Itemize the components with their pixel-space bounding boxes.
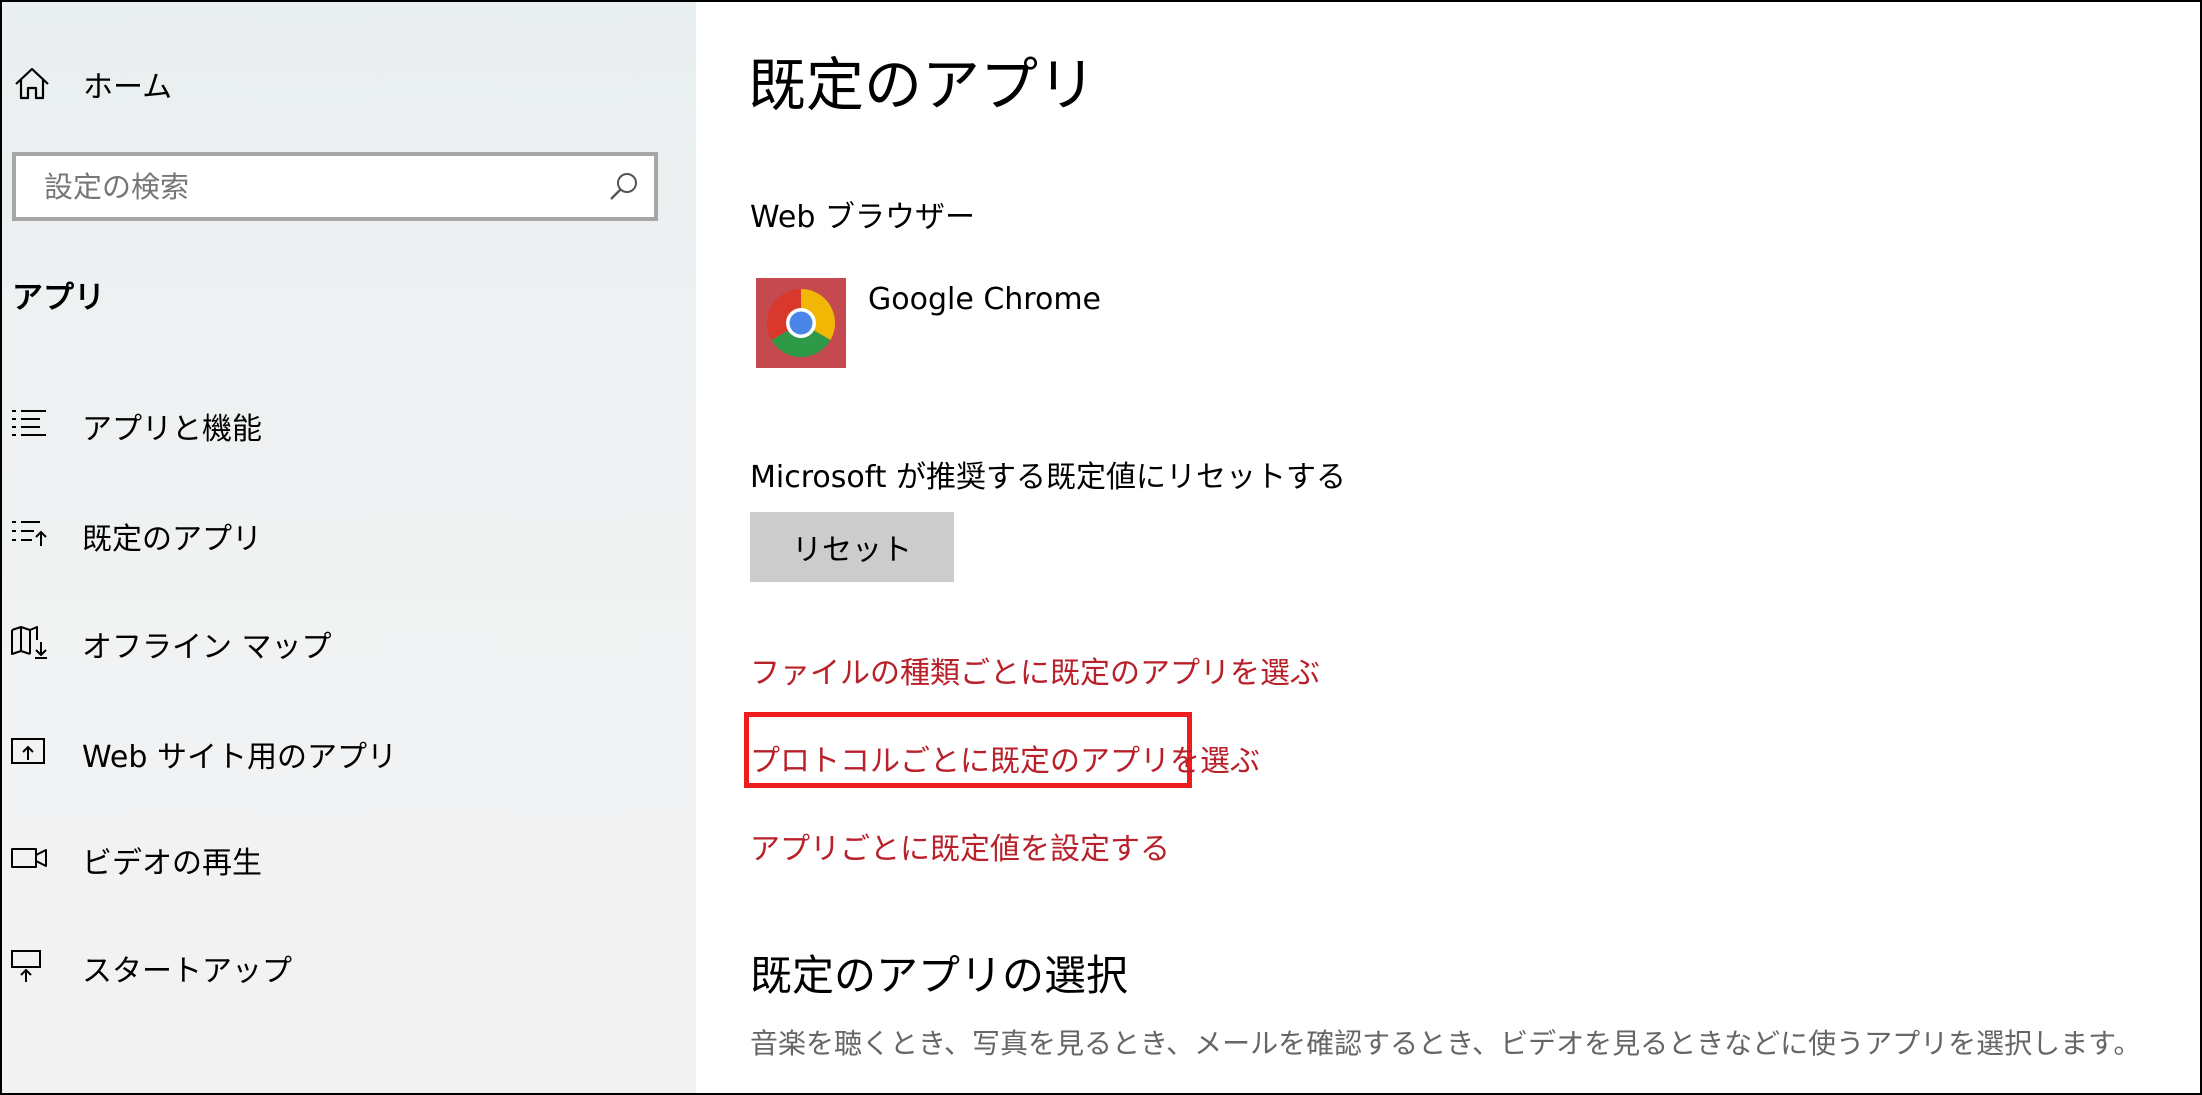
page-title: 既定のアプリ: [748, 51, 1097, 119]
sidebar-item-apps-for-websites[interactable]: Web サイト用のアプリ: [10, 722, 690, 782]
main-content: 既定のアプリ Web ブラウザー Google Chrome Microsoft…: [696, 2, 2200, 1093]
sidebar-item-label: ビデオの再生: [82, 846, 262, 881]
default-browser-name[interactable]: Google Chrome: [868, 282, 1101, 317]
sidebar-item-label: アプリと機能: [82, 412, 262, 447]
map-download-icon: [11, 626, 47, 659]
video-icon: [11, 848, 47, 868]
sidebar-item-label: スタートアップ: [82, 954, 292, 989]
choose-default-apps-description: 音楽を聴くとき、写真を見るとき、メールを確認するとき、ビデオを見るときなどに使う…: [750, 1027, 2142, 1060]
sidebar-item-apps-features[interactable]: アプリと機能: [10, 394, 690, 454]
home-label: ホーム: [83, 70, 173, 105]
default-apps-icon: [12, 521, 47, 546]
chrome-icon: [767, 289, 835, 357]
sidebar-item-label: Web サイト用のアプリ: [82, 740, 397, 775]
sidebar-item-default-apps[interactable]: 既定のアプリ: [10, 504, 690, 564]
search-input[interactable]: [42, 164, 606, 210]
sidebar-item-video-playback[interactable]: ビデオの再生: [10, 828, 690, 888]
sidebar-item-label: オフライン マップ: [82, 630, 332, 665]
choose-default-apps-title: 既定のアプリの選択: [750, 951, 1129, 1000]
search-icon[interactable]: [608, 170, 640, 202]
set-defaults-by-app-link[interactable]: アプリごとに既定値を設定する: [750, 824, 1170, 868]
settings-window: ホーム アプリ アプリと機能: [0, 0, 2202, 1095]
list-icon: [12, 410, 46, 436]
section-title: アプリ: [12, 280, 105, 316]
search-box[interactable]: [12, 152, 658, 221]
startup-icon: [11, 950, 41, 982]
sidebar-item-label: 既定のアプリ: [82, 522, 262, 557]
sidebar: ホーム アプリ アプリと機能: [2, 2, 696, 1093]
home-icon: [15, 67, 49, 100]
open-website-icon: [11, 738, 45, 764]
reset-heading: Microsoft が推奨する既定値にリセットする: [750, 460, 1347, 495]
web-browser-heading: Web ブラウザー: [750, 200, 975, 235]
home-nav-item[interactable]: ホーム: [12, 60, 172, 108]
default-browser-tile[interactable]: [756, 278, 846, 368]
sidebar-item-startup[interactable]: スタートアップ: [10, 936, 690, 996]
sidebar-item-offline-maps[interactable]: オフライン マップ: [10, 612, 690, 672]
choose-by-protocol-link[interactable]: プロトコルごとに既定のアプリを選ぶ: [750, 736, 1260, 780]
choose-by-file-type-link[interactable]: ファイルの種類ごとに既定のアプリを選ぶ: [750, 648, 1320, 692]
reset-button[interactable]: リセット: [750, 512, 954, 582]
